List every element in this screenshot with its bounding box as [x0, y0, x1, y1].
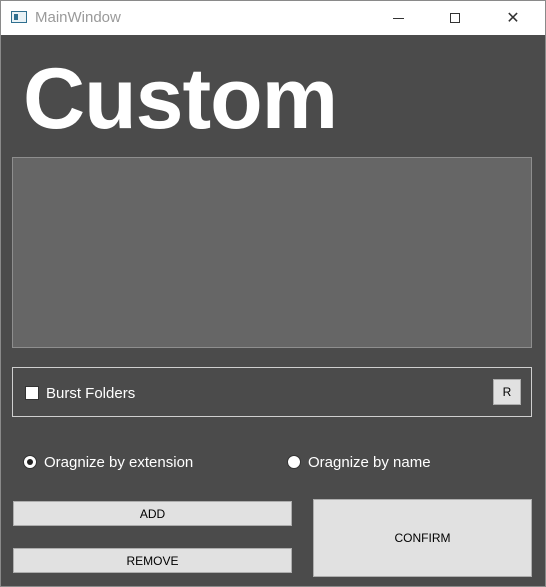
close-icon: ✕ [506, 10, 520, 27]
minimize-button[interactable] [375, 1, 421, 35]
add-button[interactable]: ADD [13, 501, 292, 526]
folder-list[interactable] [12, 157, 532, 348]
burst-folders-checkbox[interactable] [25, 386, 39, 400]
title-bar[interactable]: MainWindow ✕ [1, 1, 545, 35]
maximize-icon [450, 13, 460, 23]
organize-by-extension-label[interactable]: Oragnize by extension [44, 454, 193, 471]
burst-folders-label[interactable]: Burst Folders [46, 385, 135, 402]
app-icon [11, 11, 27, 23]
close-button[interactable]: ✕ [490, 1, 536, 35]
organize-by-extension-radio[interactable] [23, 455, 37, 469]
confirm-button[interactable]: CONFIRM [313, 499, 532, 577]
main-window: MainWindow ✕ Custom Burst Folders R Orag… [0, 0, 546, 587]
organize-by-name-label[interactable]: Oragnize by name [308, 454, 431, 471]
options-group: Burst Folders R [12, 367, 532, 417]
remove-button[interactable]: REMOVE [13, 548, 292, 573]
organize-by-name-radio[interactable] [287, 455, 301, 469]
window-title: MainWindow [35, 9, 121, 26]
minimize-icon [392, 17, 404, 19]
r-button[interactable]: R [493, 379, 521, 405]
page-title: Custom [23, 51, 338, 147]
maximize-button[interactable] [432, 1, 478, 35]
